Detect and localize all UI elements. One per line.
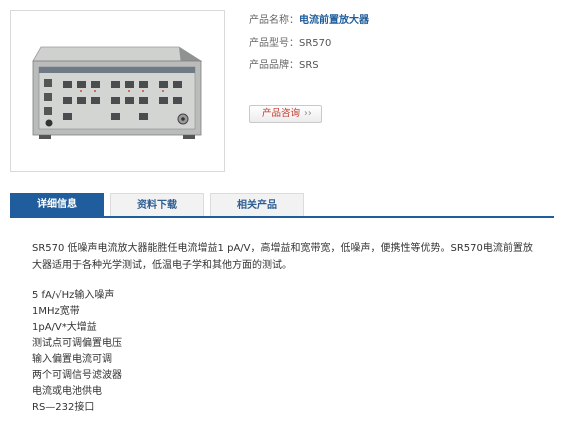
product-image xyxy=(10,10,225,172)
product-info: 产品名称：电流前置放大器 产品型号：SR570 产品品牌：SRS xyxy=(249,14,369,82)
product-brand-label: 产品品牌： xyxy=(249,60,299,71)
inquiry-button-label: 产品咨询 xyxy=(262,108,301,119)
tab-details[interactable]: 详细信息 xyxy=(10,193,104,216)
feature-item: 1pA/V*大增益 xyxy=(32,322,97,333)
feature-item: 5 fA/√Hz输入噪声 xyxy=(32,290,115,301)
product-name-label: 产品名称： xyxy=(249,15,299,26)
product-model-label: 产品型号： xyxy=(249,37,299,49)
detail-tabs: 详细信息 资料下载 相关产品 xyxy=(10,193,554,218)
detail-content: SR570 低噪声电流放大器能胜任电流增益1 pA/V，高增益和宽带宽，低噪声，… xyxy=(32,240,542,416)
feature-item: 两个可调信号滤波器 xyxy=(32,370,122,381)
double-chevron-right-icon: ›› xyxy=(304,108,312,119)
product-model-row: 产品型号：SR570 xyxy=(249,37,369,60)
tab-downloads[interactable]: 资料下载 xyxy=(110,193,204,216)
feature-item: RS—232接口 xyxy=(32,402,95,413)
feature-item: 输入偏置电流可调 xyxy=(32,354,112,365)
product-model-value: SR570 xyxy=(299,37,332,49)
sr570-amplifier-image xyxy=(32,46,203,139)
feature-list: 5 fA/√Hz输入噪声 1MHz宽带 1pA/V*大增益 测试点可调偏置电压 … xyxy=(32,288,542,416)
tab-related-products[interactable]: 相关产品 xyxy=(210,193,304,216)
product-name-row: 产品名称：电流前置放大器 xyxy=(249,14,369,37)
product-brand-value: SRS xyxy=(299,60,319,71)
feature-item: 电流或电池供电 xyxy=(32,386,102,397)
product-inquiry-button[interactable]: 产品咨询 ›› xyxy=(249,105,322,123)
feature-item: 测试点可调偏置电压 xyxy=(32,338,122,349)
product-brand-row: 产品品牌：SRS xyxy=(249,59,369,82)
product-description: SR570 低噪声电流放大器能胜任电流增益1 pA/V，高增益和宽带宽，低噪声，… xyxy=(32,243,533,271)
feature-item: 1MHz宽带 xyxy=(32,306,80,317)
product-name-value: 电流前置放大器 xyxy=(299,15,369,26)
